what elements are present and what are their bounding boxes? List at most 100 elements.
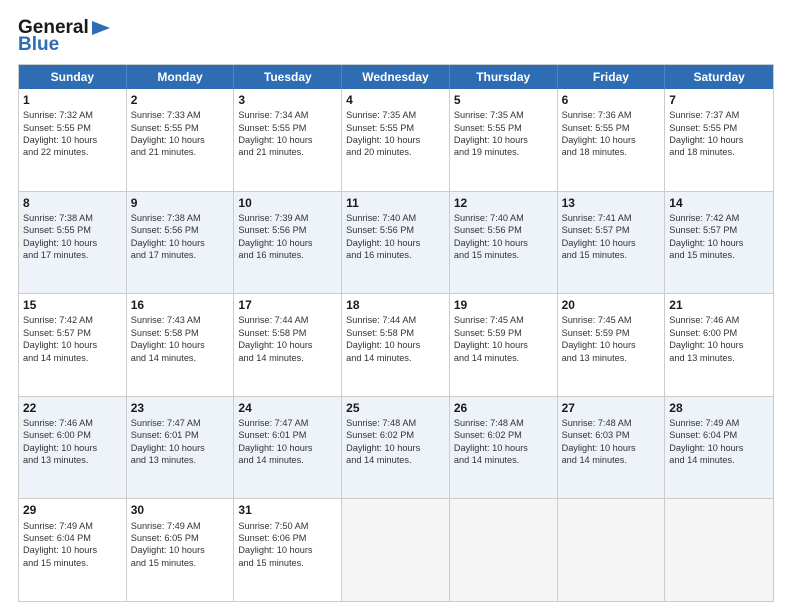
cell-line-0: Sunrise: 7:45 AM	[454, 314, 553, 326]
day-number: 25	[346, 400, 445, 416]
cell-line-0: Sunrise: 7:42 AM	[23, 314, 122, 326]
cal-cell-day-6: 6Sunrise: 7:36 AMSunset: 5:55 PMDaylight…	[558, 89, 666, 191]
cell-line-1: Sunset: 6:05 PM	[131, 532, 230, 544]
cal-cell-day-27: 27Sunrise: 7:48 AMSunset: 6:03 PMDayligh…	[558, 397, 666, 499]
cell-line-2: Daylight: 10 hours	[131, 237, 230, 249]
cell-line-0: Sunrise: 7:34 AM	[238, 109, 337, 121]
cell-line-2: Daylight: 10 hours	[131, 339, 230, 351]
day-number: 21	[669, 297, 769, 313]
cell-line-0: Sunrise: 7:43 AM	[131, 314, 230, 326]
cell-line-0: Sunrise: 7:38 AM	[131, 212, 230, 224]
cal-header-day-thursday: Thursday	[450, 65, 558, 89]
cell-line-0: Sunrise: 7:50 AM	[238, 520, 337, 532]
cell-line-2: Daylight: 10 hours	[23, 339, 122, 351]
cell-line-0: Sunrise: 7:32 AM	[23, 109, 122, 121]
cell-line-2: Daylight: 10 hours	[669, 442, 769, 454]
logo-triangle-icon	[90, 19, 112, 37]
page: General Blue SundayMondayTuesdayWednesda…	[0, 0, 792, 612]
cell-line-1: Sunset: 5:58 PM	[238, 327, 337, 339]
cell-line-2: Daylight: 10 hours	[562, 339, 661, 351]
cell-line-3: and 14 minutes.	[669, 454, 769, 466]
cell-line-3: and 14 minutes.	[238, 352, 337, 364]
cell-line-1: Sunset: 5:55 PM	[23, 224, 122, 236]
calendar-header: SundayMondayTuesdayWednesdayThursdayFrid…	[19, 65, 773, 89]
cell-line-1: Sunset: 6:06 PM	[238, 532, 337, 544]
cell-line-3: and 22 minutes.	[23, 146, 122, 158]
cell-line-1: Sunset: 5:55 PM	[131, 122, 230, 134]
cell-line-3: and 20 minutes.	[346, 146, 445, 158]
cal-cell-day-1: 1Sunrise: 7:32 AMSunset: 5:55 PMDaylight…	[19, 89, 127, 191]
cell-line-0: Sunrise: 7:46 AM	[23, 417, 122, 429]
cell-line-3: and 17 minutes.	[23, 249, 122, 261]
cal-cell-day-30: 30Sunrise: 7:49 AMSunset: 6:05 PMDayligh…	[127, 499, 235, 601]
day-number: 10	[238, 195, 337, 211]
cell-line-0: Sunrise: 7:35 AM	[454, 109, 553, 121]
cell-line-1: Sunset: 5:55 PM	[454, 122, 553, 134]
cal-cell-day-15: 15Sunrise: 7:42 AMSunset: 5:57 PMDayligh…	[19, 294, 127, 396]
day-number: 4	[346, 92, 445, 108]
day-number: 20	[562, 297, 661, 313]
cell-line-0: Sunrise: 7:46 AM	[669, 314, 769, 326]
cell-line-3: and 16 minutes.	[346, 249, 445, 261]
day-number: 27	[562, 400, 661, 416]
cell-line-1: Sunset: 5:56 PM	[346, 224, 445, 236]
cell-line-1: Sunset: 5:55 PM	[669, 122, 769, 134]
cell-line-1: Sunset: 6:03 PM	[562, 429, 661, 441]
cell-line-2: Daylight: 10 hours	[669, 134, 769, 146]
cal-row-1: 8 Sunrise: 7:38 AM Sunset: 5:55 PM Daylight…	[19, 192, 773, 295]
cell-line-2: Daylight: 10 hours	[238, 442, 337, 454]
cell-line-3: and 13 minutes.	[131, 454, 230, 466]
cell-line-3: and 14 minutes.	[238, 454, 337, 466]
day-number: 31	[238, 502, 337, 518]
day-number: 24	[238, 400, 337, 416]
day-number: 1	[23, 92, 122, 108]
cell-line-1: Sunset: 6:01 PM	[238, 429, 337, 441]
cell-line-3: and 16 minutes.	[238, 249, 337, 261]
cell-line-0: Sunrise: 7:42 AM	[669, 212, 769, 224]
cell-line-2: Daylight: 10 hours	[238, 339, 337, 351]
cell-line-2: Daylight: 10 hours	[238, 237, 337, 249]
cell-line-1: Sunset: 6:01 PM	[131, 429, 230, 441]
cell-line-1: Sunset: 5:55 PM	[23, 122, 122, 134]
cell-line-2: Daylight: 10 hours	[131, 442, 230, 454]
day-number: 30	[131, 502, 230, 518]
cell-line-3: and 14 minutes.	[454, 454, 553, 466]
cal-cell-day-28: 28Sunrise: 7:49 AMSunset: 6:04 PMDayligh…	[665, 397, 773, 499]
day-number: 28	[669, 400, 769, 416]
cell-line-2: Daylight: 10 hours	[562, 237, 661, 249]
cell-line-0: Sunrise: 7:47 AM	[131, 417, 230, 429]
cell-line-2: Daylight: 10 hours	[131, 134, 230, 146]
cal-cell-day-18: 18Sunrise: 7:44 AMSunset: 5:58 PMDayligh…	[342, 294, 450, 396]
cal-cell-day-24: 24Sunrise: 7:47 AMSunset: 6:01 PMDayligh…	[234, 397, 342, 499]
cal-cell-day-9: 9Sunrise: 7:38 AMSunset: 5:56 PMDaylight…	[127, 192, 235, 294]
cal-cell-day-25: 25Sunrise: 7:48 AMSunset: 6:02 PMDayligh…	[342, 397, 450, 499]
cal-cell-day-7: 7Sunrise: 7:37 AMSunset: 5:55 PMDaylight…	[665, 89, 773, 191]
cal-header-day-saturday: Saturday	[665, 65, 773, 89]
cal-cell-day-21: 21Sunrise: 7:46 AMSunset: 6:00 PMDayligh…	[665, 294, 773, 396]
cal-row-4: 29Sunrise: 7:49 AMSunset: 6:04 PMDayligh…	[19, 499, 773, 601]
day-number: 19	[454, 297, 553, 313]
cell-line-0: Sunrise: 7:48 AM	[346, 417, 445, 429]
day-number: 3	[238, 92, 337, 108]
cell-line-1: Sunset: 6:04 PM	[669, 429, 769, 441]
cal-cell-day-11: 11Sunrise: 7:40 AMSunset: 5:56 PMDayligh…	[342, 192, 450, 294]
day-number: 15	[23, 297, 122, 313]
cell-line-3: and 17 minutes.	[131, 249, 230, 261]
cell-line-3: and 13 minutes.	[23, 454, 122, 466]
logo-blue: Blue	[18, 35, 59, 54]
cal-cell-day-14: 14Sunrise: 7:42 AMSunset: 5:57 PMDayligh…	[665, 192, 773, 294]
day-number: 11	[346, 195, 445, 211]
cell-line-0: Sunrise: 7:44 AM	[346, 314, 445, 326]
day-number: 8	[23, 195, 122, 211]
day-number: 5	[454, 92, 553, 108]
cell-line-2: Daylight: 10 hours	[669, 237, 769, 249]
cal-cell-empty	[450, 499, 558, 601]
cell-line-0: Sunrise: 7:47 AM	[238, 417, 337, 429]
cell-line-0: Sunrise: 7:49 AM	[23, 520, 122, 532]
cell-line-2: Daylight: 10 hours	[23, 544, 122, 556]
day-number: 9	[131, 195, 230, 211]
cell-line-1: Sunset: 5:59 PM	[454, 327, 553, 339]
cell-line-2: Daylight: 10 hours	[669, 339, 769, 351]
cell-line-3: and 14 minutes.	[454, 352, 553, 364]
calendar-body: 1Sunrise: 7:32 AMSunset: 5:55 PMDaylight…	[19, 89, 773, 601]
